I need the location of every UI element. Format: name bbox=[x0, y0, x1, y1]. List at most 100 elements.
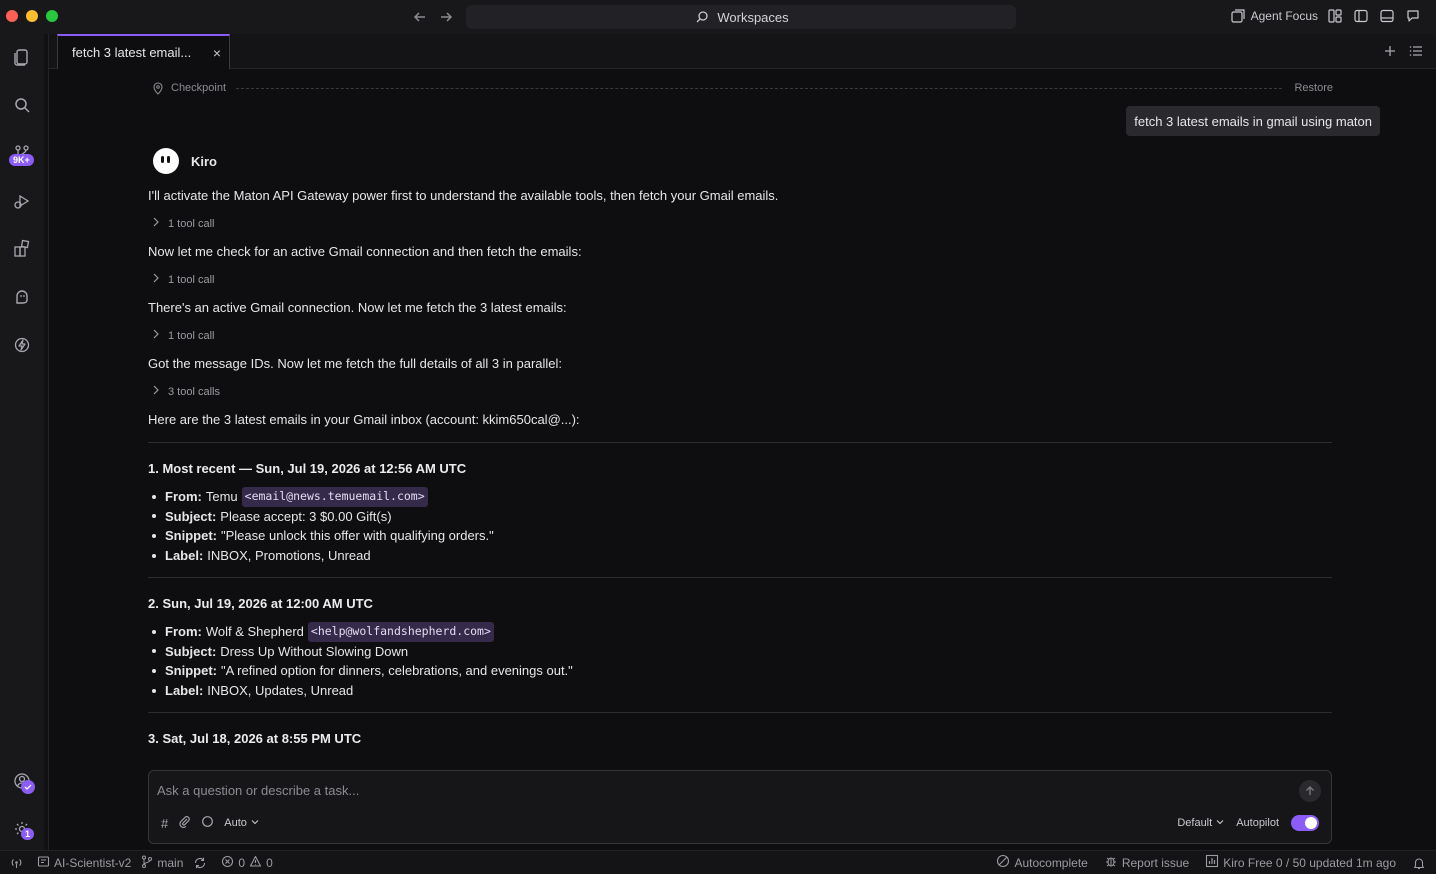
minimize-window-button[interactable] bbox=[26, 10, 38, 22]
tool-call-label: 1 tool call bbox=[168, 273, 215, 286]
email-address: <email@news.temuemail.com> bbox=[241, 487, 428, 507]
chevron-down-icon bbox=[1216, 817, 1224, 829]
chat-panel: fetch 3 latest email... × Checkpoint Res… bbox=[48, 34, 1436, 850]
tool-call-label: 3 tool calls bbox=[168, 385, 220, 398]
agent-message: Here are the 3 latest emails in your Gma… bbox=[148, 412, 580, 427]
checkpoint-label: Checkpoint bbox=[171, 82, 227, 94]
explorer-icon[interactable] bbox=[7, 42, 37, 72]
email-address: <help@wolfandshepherd.com> bbox=[307, 622, 494, 642]
status-bar-right: Autocomplete Report issue Kiro Free 0 / … bbox=[996, 854, 1436, 871]
settings-badge: 1 bbox=[21, 828, 35, 840]
problems-status[interactable]: 0 0 bbox=[221, 855, 273, 871]
kiro-ghost-icon[interactable] bbox=[7, 282, 37, 312]
email-snippet: Snippet: "A refined option for dinners, c… bbox=[152, 661, 573, 681]
checkpoint-divider bbox=[236, 87, 1283, 89]
agent-message: Got the message IDs. Now let me fetch th… bbox=[148, 356, 563, 371]
composer-mode-controls: Default Autopilot bbox=[1177, 815, 1319, 831]
composer-tools: # Auto bbox=[161, 815, 259, 831]
mode-label: Default bbox=[1177, 817, 1213, 829]
run-debug-icon[interactable] bbox=[7, 186, 37, 216]
chat-bubble-icon[interactable] bbox=[1404, 7, 1422, 25]
remote-broadcast-icon[interactable] bbox=[10, 856, 23, 869]
kiro-avatar-icon bbox=[153, 148, 179, 174]
plan-usage-status[interactable]: Kiro Free 0 / 50 updated 1m ago bbox=[1205, 854, 1396, 871]
chevron-down-icon bbox=[251, 817, 259, 829]
branch-status[interactable]: main bbox=[141, 855, 183, 871]
send-button[interactable] bbox=[1299, 780, 1321, 802]
autopilot-toggle[interactable] bbox=[1291, 815, 1319, 831]
workspace-status[interactable]: AI-Scientist-v2 bbox=[37, 855, 131, 871]
agent-message: Now let me check for an active Gmail con… bbox=[148, 244, 582, 259]
agent-message: I'll activate the Maton API Gateway powe… bbox=[148, 188, 779, 203]
workspace-name: AI-Scientist-v2 bbox=[54, 855, 132, 870]
autopilot-label: Autopilot bbox=[1236, 817, 1279, 829]
model-label: Auto bbox=[224, 817, 247, 829]
autocomplete-disabled-icon bbox=[996, 854, 1010, 871]
tab-title: fetch 3 latest email... bbox=[72, 45, 192, 60]
email-label: Label: INBOX, Promotions, Unread bbox=[152, 546, 494, 566]
tool-call-label: 1 tool call bbox=[168, 217, 215, 230]
model-select[interactable]: Auto bbox=[224, 817, 259, 829]
tab-bar: fetch 3 latest email... × bbox=[49, 34, 1436, 69]
close-window-button[interactable] bbox=[6, 10, 18, 22]
powers-icon[interactable] bbox=[7, 330, 37, 360]
attach-paperclip-icon[interactable] bbox=[178, 815, 191, 831]
email-from: From: Temu <email@news.temuemail.com> bbox=[152, 487, 494, 507]
activity-bar: 9K+ 1 bbox=[0, 34, 44, 850]
mode-select[interactable]: Default bbox=[1177, 817, 1224, 829]
branch-name: main bbox=[157, 855, 184, 870]
new-session-plus-icon[interactable] bbox=[1381, 42, 1399, 60]
bug-icon bbox=[1104, 854, 1118, 871]
title-bar: Workspaces Agent Focus bbox=[0, 0, 1436, 34]
context-hash-icon[interactable]: # bbox=[161, 816, 168, 831]
tool-call-toggle[interactable]: 1 tool call bbox=[152, 329, 214, 342]
agent-focus-label: Agent Focus bbox=[1250, 9, 1318, 23]
tab-chat-session[interactable]: fetch 3 latest email... × bbox=[57, 34, 230, 69]
sync-icon[interactable] bbox=[193, 856, 207, 870]
email-label: Label: INBOX, Updates, Unread bbox=[152, 681, 573, 701]
chat-input[interactable] bbox=[157, 779, 1277, 801]
tool-call-toggle[interactable]: 1 tool call bbox=[152, 273, 214, 286]
notifications-bell-icon[interactable] bbox=[1412, 856, 1426, 870]
account-icon[interactable] bbox=[7, 766, 37, 796]
search-icon bbox=[693, 8, 711, 26]
agent-focus-button[interactable]: Agent Focus bbox=[1229, 7, 1318, 25]
email-from: From: Wolf & Shepherd <help@wolfandshepher… bbox=[152, 622, 573, 642]
tool-call-toggle[interactable]: 1 tool call bbox=[152, 217, 214, 230]
source-control-badge: 9K+ bbox=[9, 154, 34, 166]
divider bbox=[148, 577, 1332, 578]
plan-usage-label: Kiro Free 0 / 50 updated 1m ago bbox=[1223, 855, 1396, 870]
settings-gear-icon[interactable]: 1 bbox=[7, 814, 37, 844]
agent-message: There's an active Gmail connection. Now … bbox=[148, 300, 567, 315]
report-issue-button[interactable]: Report issue bbox=[1104, 854, 1189, 871]
source-control-icon[interactable]: 9K+ bbox=[7, 138, 37, 168]
git-branch-icon bbox=[141, 855, 153, 871]
workspaces-search[interactable]: Workspaces bbox=[466, 5, 1016, 29]
search-icon[interactable] bbox=[7, 90, 37, 120]
user-message: fetch 3 latest emails in gmail using mat… bbox=[1126, 106, 1380, 136]
maximize-window-button[interactable] bbox=[46, 10, 58, 22]
email-snippet: Snippet: "Please unlock this offer with q… bbox=[152, 526, 494, 546]
restore-button[interactable]: Restore bbox=[1294, 82, 1333, 94]
forward-arrow-icon[interactable] bbox=[436, 7, 456, 27]
tab-bar-actions bbox=[1381, 42, 1425, 60]
account-check-badge bbox=[21, 780, 35, 794]
close-tab-icon[interactable]: × bbox=[213, 45, 221, 61]
extensions-icon[interactable] bbox=[7, 234, 37, 264]
divider bbox=[148, 442, 1332, 443]
toggle-sidebar-icon[interactable] bbox=[1352, 7, 1370, 25]
chevron-right-icon bbox=[152, 217, 160, 230]
chat-composer: # Auto Default Autopilot bbox=[148, 770, 1332, 844]
chat-transcript[interactable]: Checkpoint Restore fetch 3 latest emails… bbox=[49, 70, 1436, 762]
back-arrow-icon[interactable] bbox=[410, 7, 430, 27]
tool-call-toggle[interactable]: 3 tool calls bbox=[152, 385, 220, 398]
layout-grid-icon[interactable] bbox=[1326, 7, 1344, 25]
bar-chart-icon bbox=[1205, 854, 1219, 871]
toggle-panel-icon[interactable] bbox=[1378, 7, 1396, 25]
chevron-right-icon bbox=[152, 385, 160, 398]
workspaces-label: Workspaces bbox=[717, 9, 789, 25]
session-list-icon[interactable] bbox=[1407, 42, 1425, 60]
model-circle-icon bbox=[201, 815, 214, 831]
report-issue-label: Report issue bbox=[1121, 855, 1190, 870]
autocomplete-status[interactable]: Autocomplete bbox=[996, 854, 1088, 871]
